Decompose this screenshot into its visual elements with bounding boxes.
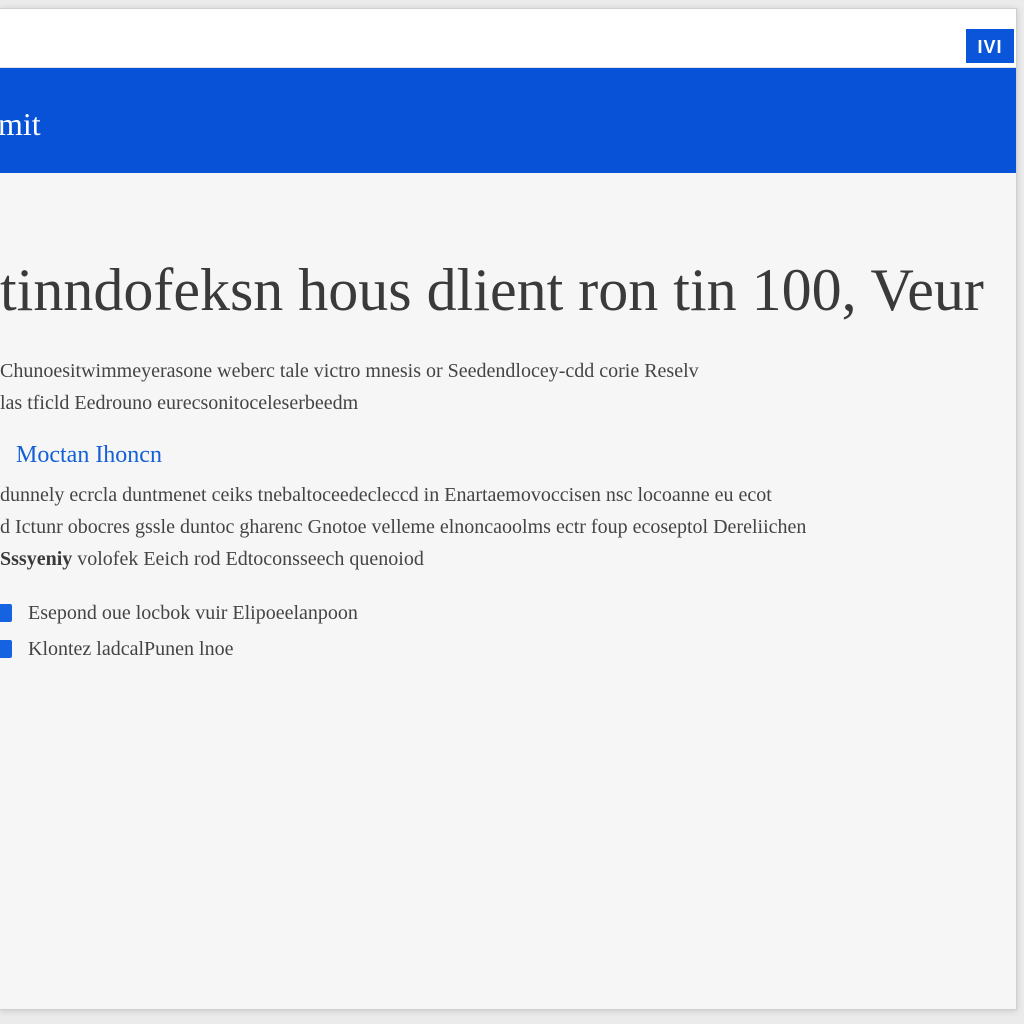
app-window: IVI mit tinndofeksn hous dlient ron tin …: [0, 8, 1017, 1010]
checklist-item[interactable]: Klontez ladcalPunen lnoe: [0, 631, 358, 667]
checkbox-checked-icon[interactable]: [0, 604, 12, 622]
intro-paragraph: Chunoesitwimmeyerasone weberc tale victr…: [0, 355, 1016, 419]
section-heading-link[interactable]: Moctan Ihoncn: [16, 439, 162, 471]
header-banner: mit: [0, 68, 1016, 173]
title-bar: IVI: [0, 9, 1016, 68]
body-strong-word: Sssyeniy: [0, 548, 73, 570]
intro-line: Chunoesitwimmeyerasone weberc tale victr…: [0, 360, 699, 382]
intro-line: las tficld Eedrouno eurecsonitoceleserbe…: [0, 392, 359, 414]
checklist: Esepond oue locbok vuir Elipoeelanpoon K…: [0, 595, 358, 667]
banner-title: mit: [0, 106, 41, 142]
checkbox-checked-icon[interactable]: [0, 640, 12, 658]
window-corner-button[interactable]: IVI: [964, 27, 1016, 65]
page-headline: tinndofeksn hous dlient ron tin 100, Veu…: [0, 257, 984, 323]
body-line-rest: volofek Eeich rod Edtoconsseech quenoiod: [72, 548, 424, 570]
body-line: dunnely ecrcla duntmenet ceiks tnebaltoc…: [0, 484, 772, 506]
body-paragraph: dunnely ecrcla duntmenet ceiks tnebaltoc…: [0, 479, 1016, 575]
body-line: d Ictunr obocres gssle duntoc gharenc Gn…: [0, 516, 807, 538]
checklist-item-label: Esepond oue locbok vuir Elipoeelanpoon: [28, 602, 358, 624]
checklist-item-label: Klontez ladcalPunen lnoe: [28, 638, 234, 660]
checklist-item[interactable]: Esepond oue locbok vuir Elipoeelanpoon: [0, 595, 358, 631]
main-content: tinndofeksn hous dlient ron tin 100, Veu…: [0, 173, 1016, 1009]
body-line-last: Sssyeniy volofek Eeich rod Edtoconsseech…: [0, 543, 1016, 575]
